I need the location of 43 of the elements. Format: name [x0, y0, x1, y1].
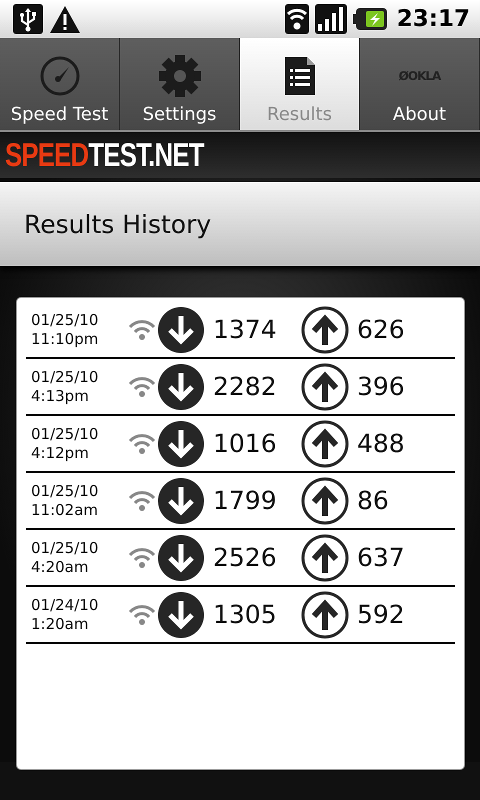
- result-date: 01/24/10: [31, 596, 100, 614]
- result-time: 11:02am: [31, 500, 100, 520]
- result-date: 01/25/10: [31, 538, 100, 558]
- download-speed: 2282: [213, 372, 278, 401]
- battery-icon: [352, 6, 387, 32]
- wifi-icon: [127, 488, 157, 512]
- upload-speed: 396: [357, 372, 405, 401]
- wifi-icon: [127, 432, 157, 456]
- usb-icon: [13, 4, 43, 34]
- result-date: 01/25/10: [31, 482, 100, 500]
- section-header: Results History: [0, 182, 480, 266]
- result-date: 01/25/10: [31, 310, 100, 330]
- brand-logo: SPEEDTEST.NET: [5, 136, 204, 174]
- result-date: 01/25/10: [31, 368, 100, 386]
- warning-icon: [49, 4, 81, 34]
- wifi-icon: [127, 546, 157, 570]
- upload-speed: 637: [357, 543, 405, 572]
- tab[interactable]: Settings: [120, 38, 240, 130]
- wifi-icon: [127, 318, 157, 342]
- signal-icon: [314, 4, 347, 34]
- upload-speed: 592: [357, 600, 405, 629]
- download-speed: 1305: [213, 600, 278, 629]
- upload-speed: 488: [357, 429, 405, 458]
- result-time: 1:20am: [31, 614, 90, 634]
- download-speed: 1016: [213, 429, 278, 458]
- upload-speed: 626: [357, 315, 405, 344]
- result-date: 01/25/10: [31, 424, 100, 444]
- tab[interactable]: Speed Test: [0, 38, 120, 130]
- clock-time: 23:17: [396, 6, 470, 32]
- gauge-icon: [38, 55, 80, 97]
- result-time: 4:20am: [31, 558, 90, 576]
- wifi-icon: [284, 4, 309, 34]
- wifi-icon: [127, 374, 157, 398]
- document-icon: [282, 55, 316, 97]
- result-time: 4:12pm: [31, 444, 90, 462]
- gear-icon: [158, 54, 202, 98]
- result-time: 11:10pm: [31, 330, 100, 348]
- download-speed: 1374: [213, 315, 278, 344]
- upload-speed: 86: [357, 486, 389, 515]
- download-speed: 2526: [213, 543, 278, 572]
- result-time: 4:13pm: [31, 386, 90, 406]
- download-speed: 1799: [213, 486, 278, 515]
- wifi-icon: [127, 602, 157, 626]
